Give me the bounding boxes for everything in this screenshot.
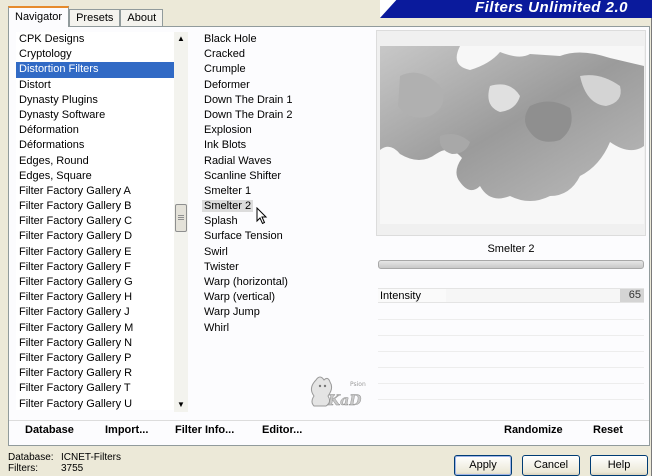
filter-item[interactable]: Swirl bbox=[200, 245, 370, 260]
intensity-slider[interactable]: Intensity 65 bbox=[378, 288, 644, 303]
filter-item[interactable]: Ink Blots bbox=[200, 138, 370, 153]
category-item[interactable]: Filter Factory Gallery M bbox=[16, 321, 174, 336]
import-button[interactable]: Import... bbox=[105, 424, 148, 436]
reset-button[interactable]: Reset bbox=[593, 424, 623, 436]
category-item[interactable]: Déformation bbox=[16, 123, 174, 138]
help-button[interactable]: Help bbox=[590, 455, 648, 476]
filter-item[interactable]: Scanline Shifter bbox=[200, 169, 370, 184]
parameter-empty-rows bbox=[378, 304, 644, 412]
svg-text:Psion: Psion bbox=[350, 381, 366, 388]
filter-item[interactable]: Down The Drain 2 bbox=[200, 108, 370, 123]
filter-item[interactable]: Warp Jump bbox=[200, 305, 370, 320]
category-item[interactable]: Filter Factory Gallery N bbox=[16, 336, 174, 351]
preview-image bbox=[380, 46, 644, 224]
filter-item[interactable]: Smelter 1 bbox=[200, 184, 370, 199]
filter-item[interactable]: Radial Waves bbox=[200, 154, 370, 169]
filter-item[interactable]: Warp (vertical) bbox=[200, 290, 370, 305]
category-list[interactable]: CPK Designs Cryptology Distortion Filter… bbox=[16, 32, 174, 410]
filter-item[interactable]: Surface Tension bbox=[200, 229, 370, 244]
category-item[interactable]: Filter Factory Gallery R bbox=[16, 366, 174, 381]
category-item[interactable]: CPK Designs bbox=[16, 32, 174, 47]
category-item-selected[interactable]: Distortion Filters bbox=[16, 62, 174, 78]
randomize-button[interactable]: Randomize bbox=[504, 424, 563, 436]
filter-item[interactable]: Warp (horizontal) bbox=[200, 275, 370, 290]
category-item[interactable]: Filter Factory Gallery D bbox=[16, 229, 174, 244]
mouse-pointer-icon bbox=[256, 207, 268, 225]
intensity-value: 65 bbox=[620, 289, 644, 302]
category-item[interactable]: Edges, Square bbox=[16, 169, 174, 184]
category-item[interactable]: Filter Factory Gallery B bbox=[16, 199, 174, 214]
bottom-toolbar: Database Import... Filter Info... Editor… bbox=[9, 420, 649, 444]
progress-bar bbox=[378, 260, 644, 269]
preview-smelter-image bbox=[380, 46, 644, 224]
filter-item[interactable]: Down The Drain 1 bbox=[200, 93, 370, 108]
status-filters-label: Filters: bbox=[8, 463, 38, 474]
tab-navigator[interactable]: Navigator bbox=[8, 6, 70, 27]
preview-frame bbox=[376, 30, 646, 236]
filter-item[interactable]: Crumple bbox=[200, 62, 370, 77]
apply-button[interactable]: Apply bbox=[454, 455, 512, 476]
title-banner: Filters Unlimited 2.0 bbox=[380, 0, 652, 18]
category-item[interactable]: Cryptology bbox=[16, 47, 174, 62]
tab-about[interactable]: About bbox=[120, 9, 164, 27]
filter-item-selected-label: Smelter 2 bbox=[202, 200, 254, 213]
category-item[interactable]: Dynasty Software bbox=[16, 108, 174, 123]
category-item[interactable]: Filter Factory Gallery G bbox=[16, 275, 174, 290]
category-item[interactable]: Filter Factory Gallery H bbox=[16, 290, 174, 305]
category-item[interactable]: Filter Factory Gallery C bbox=[16, 214, 174, 229]
category-item[interactable]: Filter Factory Gallery T bbox=[16, 381, 174, 396]
status-filters-value: 3755 bbox=[61, 463, 84, 474]
svg-text:KaD: KaD bbox=[327, 393, 362, 409]
filter-item[interactable]: Black Hole bbox=[200, 32, 370, 47]
watermark-logo: KaD Psion bbox=[310, 376, 366, 409]
status-filters-row: Filters: 3755 bbox=[8, 463, 121, 474]
filter-item[interactable]: Explosion bbox=[200, 123, 370, 138]
filter-item[interactable]: Deformer bbox=[200, 78, 370, 93]
category-item[interactable]: Filter Factory Gallery U bbox=[16, 397, 174, 411]
category-item[interactable]: Filter Factory Gallery P bbox=[16, 351, 174, 366]
category-scrollbar[interactable]: ▲ ▼ bbox=[174, 32, 188, 412]
category-item[interactable]: Filter Factory Gallery E bbox=[16, 245, 174, 260]
filter-item-selected[interactable]: Smelter 2 bbox=[200, 199, 370, 214]
status-area: Database: ICNET-Filters Filters: 3755 bbox=[8, 452, 121, 474]
category-item[interactable]: Distort bbox=[16, 78, 174, 93]
status-database-row: Database: ICNET-Filters bbox=[8, 452, 121, 463]
tab-strip: Navigator Presets About bbox=[8, 6, 164, 27]
cancel-button[interactable]: Cancel bbox=[522, 455, 580, 476]
filter-item[interactable]: Whirl bbox=[200, 321, 370, 336]
database-button[interactable]: Database bbox=[25, 424, 74, 436]
category-item[interactable]: Déformations bbox=[16, 138, 174, 153]
scroll-thumb[interactable] bbox=[175, 204, 187, 232]
scroll-down-icon[interactable]: ▼ bbox=[174, 398, 188, 412]
category-item[interactable]: Edges, Round bbox=[16, 154, 174, 169]
filters-unlimited-window: Filters Unlimited 2.0 Navigator Presets … bbox=[0, 0, 652, 476]
category-item[interactable]: Filter Factory Gallery F bbox=[16, 260, 174, 275]
status-database-label: Database: bbox=[8, 452, 54, 463]
scroll-up-icon[interactable]: ▲ bbox=[174, 32, 188, 46]
intensity-label: Intensity bbox=[380, 290, 421, 302]
filter-info-button[interactable]: Filter Info... bbox=[175, 424, 234, 436]
filter-item[interactable]: Twister bbox=[200, 260, 370, 275]
app-title: Filters Unlimited 2.0 bbox=[474, 0, 628, 16]
tab-presets[interactable]: Presets bbox=[69, 9, 121, 27]
filter-item[interactable]: Splash bbox=[200, 214, 370, 229]
status-database-value: ICNET-Filters bbox=[61, 452, 121, 463]
editor-button[interactable]: Editor... bbox=[262, 424, 302, 436]
preview-filter-name: Smelter 2 bbox=[378, 240, 644, 258]
filter-item[interactable]: Cracked bbox=[200, 47, 370, 62]
category-item[interactable]: Dynasty Plugins bbox=[16, 93, 174, 108]
category-item[interactable]: Filter Factory Gallery J bbox=[16, 305, 174, 320]
category-item[interactable]: Filter Factory Gallery A bbox=[16, 184, 174, 199]
filter-list[interactable]: Black Hole Cracked Crumple Deformer Down… bbox=[200, 32, 370, 334]
